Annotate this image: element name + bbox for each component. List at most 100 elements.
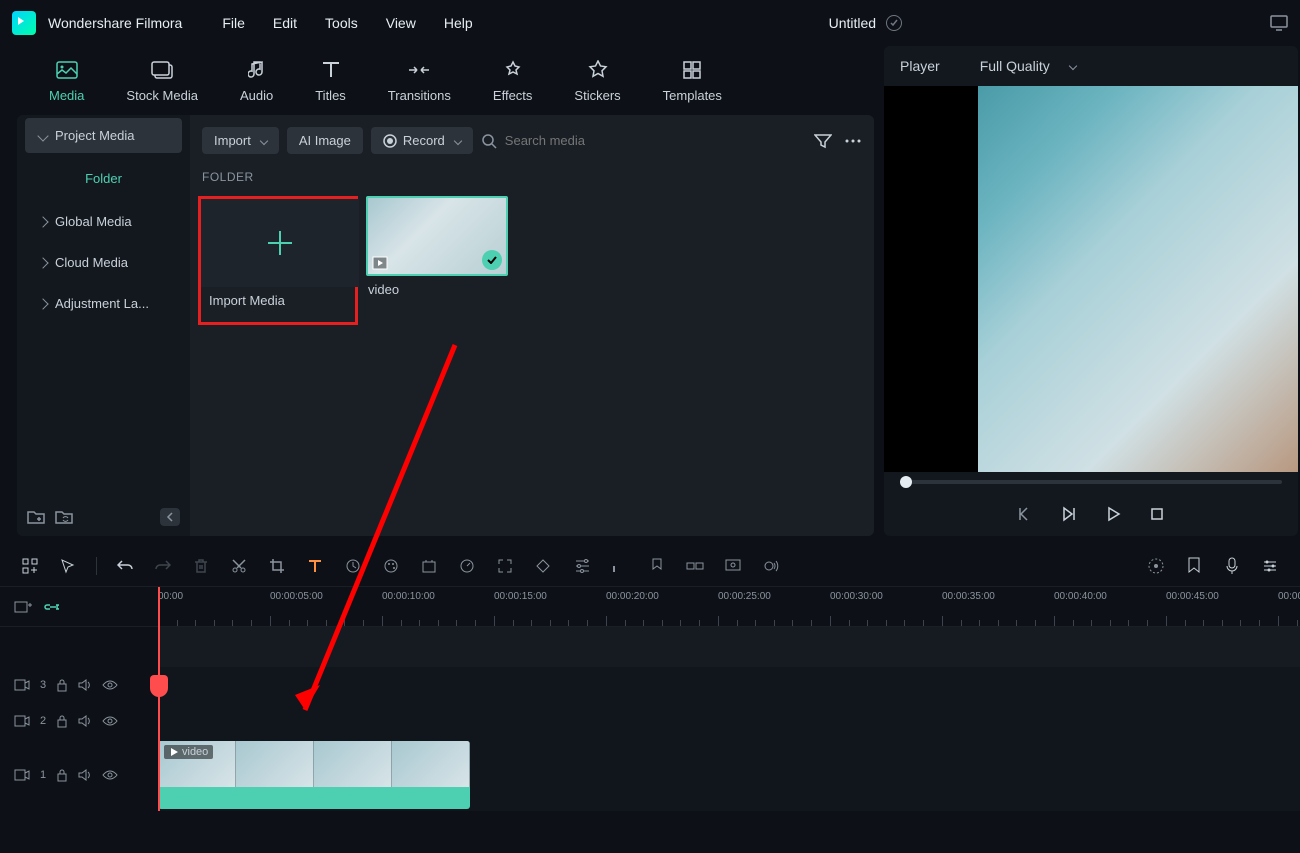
track-content-empty[interactable] bbox=[158, 627, 1300, 667]
mixer-icon[interactable] bbox=[1260, 556, 1280, 576]
expand-icon[interactable] bbox=[495, 556, 515, 576]
sidebar-folder[interactable]: Folder bbox=[25, 159, 182, 198]
stock-icon bbox=[150, 58, 174, 82]
tab-audio[interactable]: Audio bbox=[228, 54, 285, 107]
record-button[interactable]: Record bbox=[371, 127, 473, 154]
tab-stickers[interactable]: Stickers bbox=[562, 54, 632, 107]
add-icon[interactable] bbox=[14, 599, 32, 615]
import-button[interactable]: Import bbox=[202, 127, 279, 154]
play-icon bbox=[169, 747, 179, 757]
speed-ramp-icon[interactable] bbox=[457, 556, 477, 576]
menu-help[interactable]: Help bbox=[444, 15, 473, 31]
redo-icon[interactable] bbox=[153, 556, 173, 576]
marker-tool-icon[interactable] bbox=[647, 556, 667, 576]
scrub-head[interactable] bbox=[900, 476, 912, 488]
detach-icon[interactable] bbox=[685, 556, 705, 576]
sidebar-adjustment-layers[interactable]: Adjustment La... bbox=[25, 286, 182, 321]
player-header: Player Full Quality bbox=[884, 46, 1298, 86]
search-input[interactable] bbox=[505, 133, 806, 148]
menu-view[interactable]: View bbox=[386, 15, 416, 31]
preview-viewport[interactable] bbox=[884, 86, 1298, 472]
green-screen-icon[interactable] bbox=[419, 556, 439, 576]
adjust-icon[interactable] bbox=[571, 556, 591, 576]
clip-frame bbox=[392, 741, 470, 787]
speed-icon[interactable] bbox=[343, 556, 363, 576]
ruler-track[interactable]: 00:0000:00:05:0000:00:10:0000:00:15:0000… bbox=[158, 587, 1300, 626]
collapse-sidebar-button[interactable] bbox=[160, 508, 180, 526]
undo-icon[interactable] bbox=[115, 556, 135, 576]
voiceover-icon[interactable] bbox=[761, 556, 781, 576]
media-clip[interactable]: video bbox=[366, 196, 524, 325]
sidebar-project-media[interactable]: Project Media bbox=[25, 118, 182, 153]
cut-icon[interactable] bbox=[229, 556, 249, 576]
audio-icon bbox=[245, 58, 269, 82]
step-back-button[interactable] bbox=[1015, 504, 1035, 524]
link-icon[interactable] bbox=[44, 602, 62, 612]
playhead-handle[interactable] bbox=[150, 675, 168, 697]
color-icon[interactable] bbox=[381, 556, 401, 576]
menu-tools[interactable]: Tools bbox=[325, 15, 358, 31]
mute-icon[interactable] bbox=[78, 679, 92, 691]
folder-sync-icon[interactable] bbox=[55, 509, 73, 525]
delete-icon[interactable] bbox=[191, 556, 211, 576]
visibility-icon[interactable] bbox=[102, 680, 118, 690]
timeline-clip[interactable]: video bbox=[158, 741, 470, 809]
visibility-icon[interactable] bbox=[102, 770, 118, 780]
crop-icon[interactable] bbox=[267, 556, 287, 576]
track-content[interactable]: video bbox=[158, 739, 1300, 811]
mute-icon[interactable] bbox=[78, 715, 92, 727]
tab-templates[interactable]: Templates bbox=[651, 54, 734, 107]
ai-image-button[interactable]: AI Image bbox=[287, 127, 363, 154]
cursor-icon[interactable] bbox=[58, 556, 78, 576]
import-media-button[interactable] bbox=[201, 199, 359, 287]
audio-mixer-icon[interactable] bbox=[609, 556, 629, 576]
keyframe-icon[interactable] bbox=[533, 556, 553, 576]
track-header: 2 bbox=[0, 714, 158, 728]
mute-icon[interactable] bbox=[78, 769, 92, 781]
media-grid: Import Media video bbox=[190, 188, 874, 333]
menu-edit[interactable]: Edit bbox=[273, 15, 297, 31]
folder-label: FOLDER bbox=[190, 166, 874, 188]
settings-ring-icon[interactable] bbox=[1146, 556, 1166, 576]
record-icon bbox=[383, 134, 397, 148]
save-status-icon bbox=[886, 15, 902, 31]
monitor-icon[interactable] bbox=[1270, 15, 1288, 31]
track-content[interactable] bbox=[158, 703, 1300, 739]
stop-button[interactable] bbox=[1147, 504, 1167, 524]
render-icon[interactable] bbox=[723, 556, 743, 576]
add-track-icon[interactable] bbox=[20, 556, 40, 576]
track-header: 1 bbox=[0, 768, 158, 782]
tab-titles[interactable]: Titles bbox=[303, 54, 358, 107]
sidebar-cloud-media[interactable]: Cloud Media bbox=[25, 245, 182, 280]
media-sidebar: Project Media Folder Global Media Cloud … bbox=[17, 115, 190, 536]
playhead[interactable] bbox=[158, 587, 160, 811]
chevron-right-icon bbox=[37, 216, 48, 227]
sidebar-global-media[interactable]: Global Media bbox=[25, 204, 182, 239]
track-content[interactable] bbox=[158, 667, 1300, 703]
text-icon[interactable] bbox=[305, 556, 325, 576]
menu-file[interactable]: File bbox=[222, 15, 245, 31]
media-area: Import AI Image Record bbox=[190, 115, 874, 536]
visibility-icon[interactable] bbox=[102, 716, 118, 726]
lock-icon[interactable] bbox=[56, 768, 68, 782]
more-icon[interactable] bbox=[844, 139, 862, 143]
media-clip-label: video bbox=[366, 276, 524, 303]
lock-icon[interactable] bbox=[56, 678, 68, 692]
scrubber[interactable] bbox=[884, 472, 1298, 492]
track-spacer bbox=[0, 627, 1300, 667]
play-button[interactable] bbox=[1103, 504, 1123, 524]
quality-select[interactable]: Full Quality bbox=[980, 58, 1076, 74]
new-folder-icon[interactable] bbox=[27, 509, 45, 525]
play-next-button[interactable] bbox=[1059, 504, 1079, 524]
lock-icon[interactable] bbox=[56, 714, 68, 728]
tab-transitions[interactable]: Transitions bbox=[376, 54, 463, 107]
filter-icon[interactable] bbox=[814, 133, 832, 149]
marker-icon[interactable] bbox=[1184, 556, 1204, 576]
tab-effects[interactable]: Effects bbox=[481, 54, 545, 107]
search-icon bbox=[481, 133, 497, 149]
check-icon bbox=[482, 250, 502, 270]
tab-media[interactable]: Media bbox=[37, 54, 96, 107]
tab-stock-media[interactable]: Stock Media bbox=[114, 54, 210, 107]
mic-icon[interactable] bbox=[1222, 556, 1242, 576]
timeline-ruler[interactable]: 00:0000:00:05:0000:00:10:0000:00:15:0000… bbox=[0, 587, 1300, 627]
